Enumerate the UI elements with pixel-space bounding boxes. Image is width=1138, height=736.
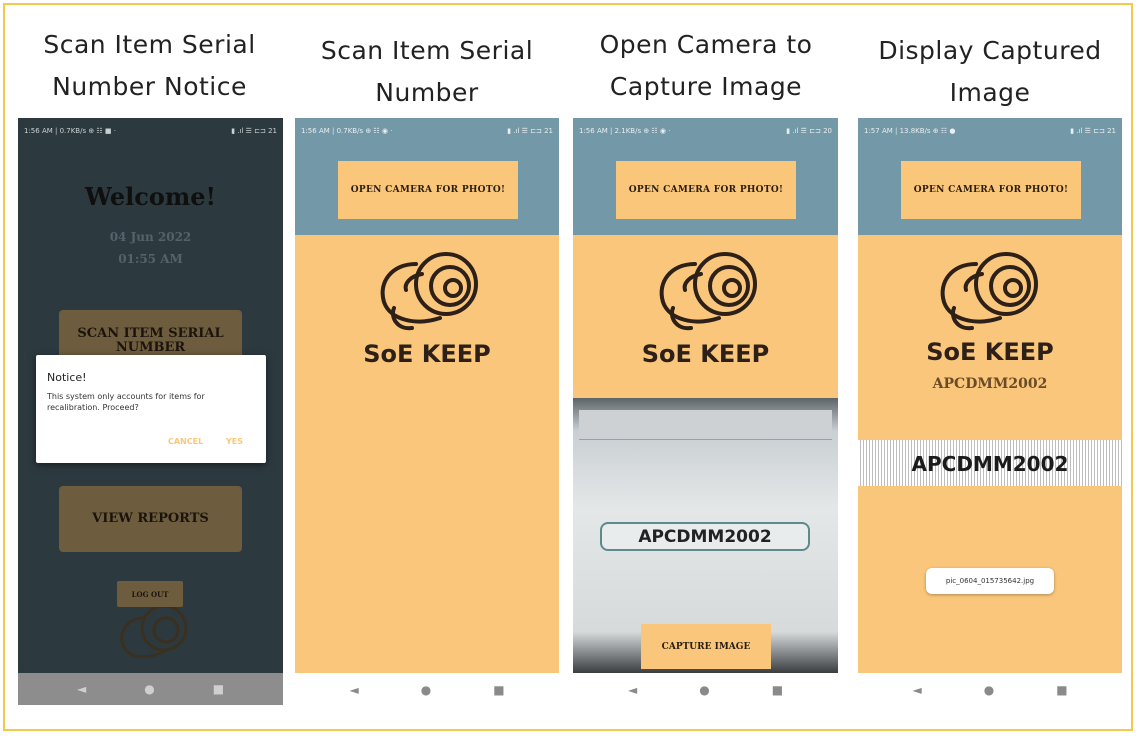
date-label: 04 Jun 2022 <box>109 230 192 244</box>
capture-image-button[interactable]: CAPTURE IMAGE <box>641 624 771 669</box>
home-nav-icon[interactable]: ● <box>699 683 709 697</box>
back-nav-icon[interactable]: ◄ <box>912 683 921 697</box>
view-reports-button[interactable]: VIEW REPORTS <box>59 486 242 552</box>
captured-image-text: APCDMM2002 <box>911 452 1069 476</box>
ram-logo-icon <box>659 252 757 331</box>
nav-bar: ◄ ● ■ <box>858 673 1122 707</box>
notice-dialog: Notice! This system only accounts for it… <box>36 355 266 463</box>
ram-logo-icon <box>940 252 1038 331</box>
status-right: ▮ .ıl ☰ ⊏⊐ 21 <box>231 127 277 135</box>
open-camera-button[interactable]: OPEN CAMERA FOR PHOTO! <box>901 161 1081 219</box>
title-line: Display Captured <box>878 36 1102 65</box>
dialog-title: Notice! <box>47 371 87 384</box>
filename-toast: pic_0604_015735642.jpg <box>926 568 1054 594</box>
dialog-yes-button[interactable]: YES <box>226 437 243 446</box>
open-camera-button[interactable]: OPEN CAMERA FOR PHOTO! <box>338 161 518 219</box>
time-label: 01:55 AM <box>118 252 183 266</box>
title-line: Capture Image <box>609 72 803 101</box>
preview-toolbar <box>579 410 832 440</box>
recents-nav-icon[interactable]: ■ <box>1056 683 1067 697</box>
title-notice: Scan Item Serial Number Notice <box>22 24 277 108</box>
nav-bar: ◄ ● ■ <box>295 673 559 707</box>
title-line: Scan Item Serial <box>320 36 534 65</box>
status-bar: 1:56 AM | 0.7KB/s ⊕ ☷ ■ · ▮ .ıl ☰ ⊏⊐ 21 <box>18 118 283 144</box>
title-display: Display Captured Image <box>858 30 1122 114</box>
recents-nav-icon[interactable]: ■ <box>213 682 224 696</box>
title-line: Number <box>375 78 479 107</box>
dialog-message: This system only accounts for items for … <box>47 392 205 412</box>
brand-title: SoE KEEP <box>641 340 770 368</box>
phone-screen-scan: 1:56 AM | 0.7KB/s ⊕ ☷ ◉ · ▮ .ıl ☰ ⊏⊐ 21 … <box>295 118 559 673</box>
status-right: ▮ .ıl ☰ ⊏⊐ 21 <box>507 127 553 135</box>
back-nav-icon[interactable]: ◄ <box>77 682 86 696</box>
recents-nav-icon[interactable]: ■ <box>772 683 783 697</box>
status-right: ▮ .ıl ☰ ⊏⊐ 21 <box>1070 127 1116 135</box>
title-line: Open Camera to <box>599 30 813 59</box>
serial-number-label: APCDMM2002 <box>932 376 1048 392</box>
status-right: ▮ .ıl ☰ ⊏⊐ 20 <box>786 127 832 135</box>
serial-label-preview: APCDMM2002 <box>600 522 810 551</box>
home-nav-icon[interactable]: ● <box>144 682 154 696</box>
brand-title: SoE KEEP <box>926 338 1054 366</box>
phone-screen-display: 1:57 AM | 13.8KB/s ⊕ ☷ ● ▮ .ıl ☰ ⊏⊐ 21 O… <box>858 118 1122 673</box>
nav-bar: ◄ ● ■ <box>573 673 838 707</box>
status-left: 1:56 AM | 2.1KB/s ⊕ ☷ ◉ · <box>579 127 671 135</box>
title-scan: Scan Item Serial Number <box>298 30 556 114</box>
title-line: Image <box>949 78 1031 107</box>
status-left: 1:57 AM | 13.8KB/s ⊕ ☷ ● <box>864 127 956 135</box>
back-nav-icon[interactable]: ◄ <box>628 683 637 697</box>
home-nav-icon[interactable]: ● <box>421 683 431 697</box>
back-nav-icon[interactable]: ◄ <box>349 683 358 697</box>
phone-screen-camera: 1:56 AM | 2.1KB/s ⊕ ☷ ◉ · ▮ .ıl ☰ ⊏⊐ 20 … <box>573 118 838 673</box>
nav-bar: ◄ ● ■ <box>18 673 283 705</box>
title-camera: Open Camera to Capture Image <box>576 24 836 108</box>
home-nav-icon[interactable]: ● <box>984 683 994 697</box>
status-left: 1:56 AM | 0.7KB/s ⊕ ☷ ■ · <box>24 127 116 135</box>
status-bar: 1:56 AM | 2.1KB/s ⊕ ☷ ◉ · ▮ .ıl ☰ ⊏⊐ 20 <box>573 118 838 144</box>
phone-screen-notice: 1:56 AM | 0.7KB/s ⊕ ☷ ■ · ▮ .ıl ☰ ⊏⊐ 21 … <box>18 118 283 705</box>
ram-logo-icon <box>380 252 478 331</box>
title-line: Scan Item Serial <box>43 30 256 59</box>
camera-preview: APCDMM2002 CAPTURE IMAGE <box>573 398 838 673</box>
title-line: Number Notice <box>52 72 247 101</box>
status-left: 1:56 AM | 0.7KB/s ⊕ ☷ ◉ · <box>301 127 393 135</box>
logout-button[interactable]: LOG OUT <box>117 581 183 607</box>
status-bar: 1:57 AM | 13.8KB/s ⊕ ☷ ● ▮ .ıl ☰ ⊏⊐ 21 <box>858 118 1122 144</box>
dialog-cancel-button[interactable]: CANCEL <box>168 437 203 446</box>
open-camera-button[interactable]: OPEN CAMERA FOR PHOTO! <box>616 161 796 219</box>
brand-title: SoE KEEP <box>363 340 491 368</box>
welcome-heading: Welcome! <box>84 182 217 211</box>
recents-nav-icon[interactable]: ■ <box>493 683 504 697</box>
status-bar: 1:56 AM | 0.7KB/s ⊕ ☷ ◉ · ▮ .ıl ☰ ⊏⊐ 21 <box>295 118 559 144</box>
